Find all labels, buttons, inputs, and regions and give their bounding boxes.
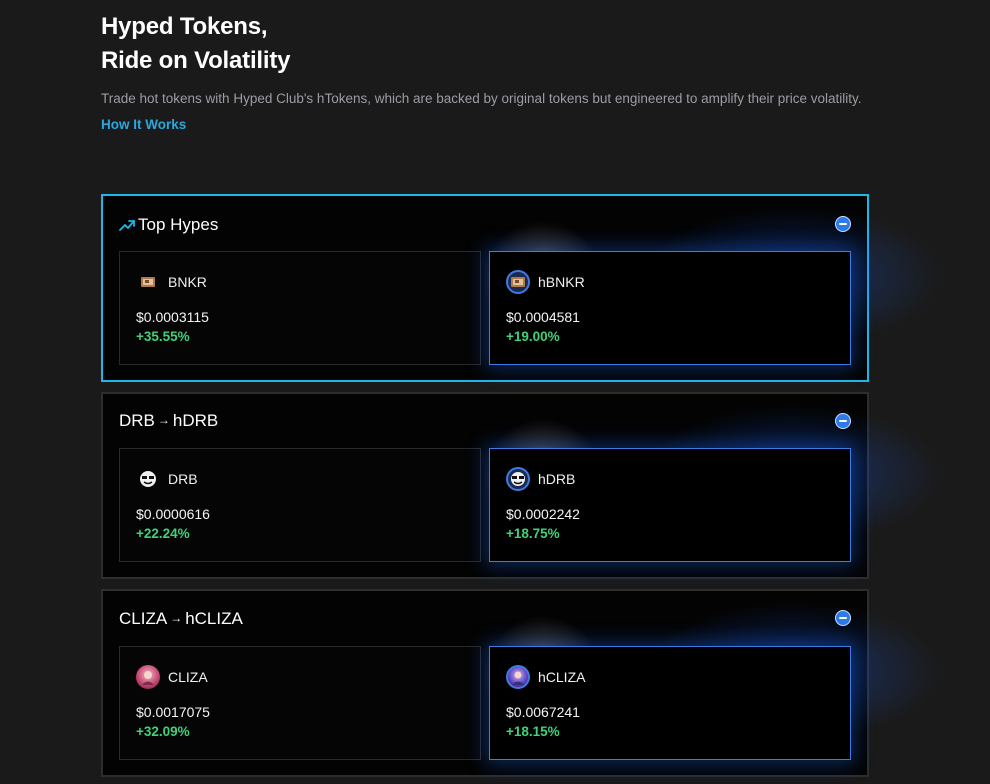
- token-name: CLIZA: [168, 669, 208, 685]
- token-price: $0.0004581: [506, 309, 580, 325]
- token-price: $0.0002242: [506, 506, 580, 522]
- token-change: +32.09%: [136, 724, 190, 739]
- token-price: $0.0003115: [136, 309, 209, 325]
- drb-pair-card[interactable]: DRB → hDRB DRB $0.0000616 +22.24% hDRB $…: [101, 392, 943, 579]
- hdrb-token-icon: [506, 467, 530, 491]
- top-hypes-card[interactable]: Top Hypes BNKR $0.0003115 +35.55% hBNKR …: [101, 194, 943, 382]
- token-name: BNKR: [168, 274, 207, 290]
- token-tile-hdrb[interactable]: hDRB $0.0002242 +18.75%: [489, 448, 851, 562]
- title-line-2: Ride on Volatility: [101, 47, 291, 74]
- drb-token-icon: [136, 467, 160, 491]
- token-change: +18.15%: [506, 724, 560, 739]
- token-tile-hcliza[interactable]: hCLIZA $0.0067241 +18.15%: [489, 646, 851, 760]
- card-header: DRB → hDRB: [119, 410, 218, 432]
- page-subtitle: Trade hot tokens with Hyped Club's hToke…: [101, 91, 862, 106]
- pair-from: DRB: [119, 411, 155, 430]
- trend-up-icon: [119, 220, 135, 231]
- token-change: +18.75%: [506, 526, 560, 541]
- token-change: +35.55%: [136, 329, 190, 344]
- pair-to: hCLIZA: [185, 609, 243, 628]
- card-header: CLIZA → hCLIZA: [119, 608, 243, 630]
- cliza-token-icon: [136, 665, 160, 689]
- token-name: hBNKR: [538, 274, 585, 290]
- token-name: DRB: [168, 471, 198, 487]
- card-title: Top Hypes: [138, 215, 219, 234]
- token-price: $0.0000616: [136, 506, 210, 522]
- title-line-1: Hyped Tokens,: [101, 13, 268, 40]
- arrow-right-icon: →: [157, 413, 170, 427]
- collapse-icon[interactable]: [835, 413, 851, 429]
- card-header: Top Hypes: [119, 214, 218, 236]
- token-name: hDRB: [538, 471, 576, 487]
- pair-to: hDRB: [172, 411, 219, 430]
- hbnkr-token-icon: [506, 270, 530, 294]
- page-title: Hyped Tokens, Ride on Volatility: [101, 10, 869, 78]
- token-price: $0.0017075: [136, 704, 210, 720]
- token-tile-cliza[interactable]: CLIZA $0.0017075 +32.09%: [119, 646, 481, 760]
- hero-section: Hyped Tokens, Ride on Volatility Trade h…: [101, 0, 869, 134]
- pair-from: CLIZA: [119, 609, 168, 628]
- how-it-works-link[interactable]: How It Works: [101, 117, 186, 132]
- token-tile-bnkr[interactable]: BNKR $0.0003115 +35.55%: [119, 251, 481, 365]
- arrow-right-icon: →: [170, 611, 183, 625]
- token-change: +19.00%: [506, 329, 560, 344]
- collapse-icon[interactable]: [835, 610, 851, 626]
- hcliza-token-icon: [506, 665, 530, 689]
- collapse-icon[interactable]: [835, 216, 851, 232]
- cliza-pair-card[interactable]: CLIZA → hCLIZA CLIZA $0.0017075 +32.09% …: [101, 589, 943, 777]
- token-tile-hbnkr[interactable]: hBNKR $0.0004581 +19.00%: [489, 251, 851, 365]
- token-tile-drb[interactable]: DRB $0.0000616 +22.24%: [119, 448, 481, 562]
- token-name: hCLIZA: [538, 669, 586, 685]
- bnkr-token-icon: [136, 270, 160, 294]
- token-price: $0.0067241: [506, 704, 580, 720]
- token-change: +22.24%: [136, 526, 190, 541]
